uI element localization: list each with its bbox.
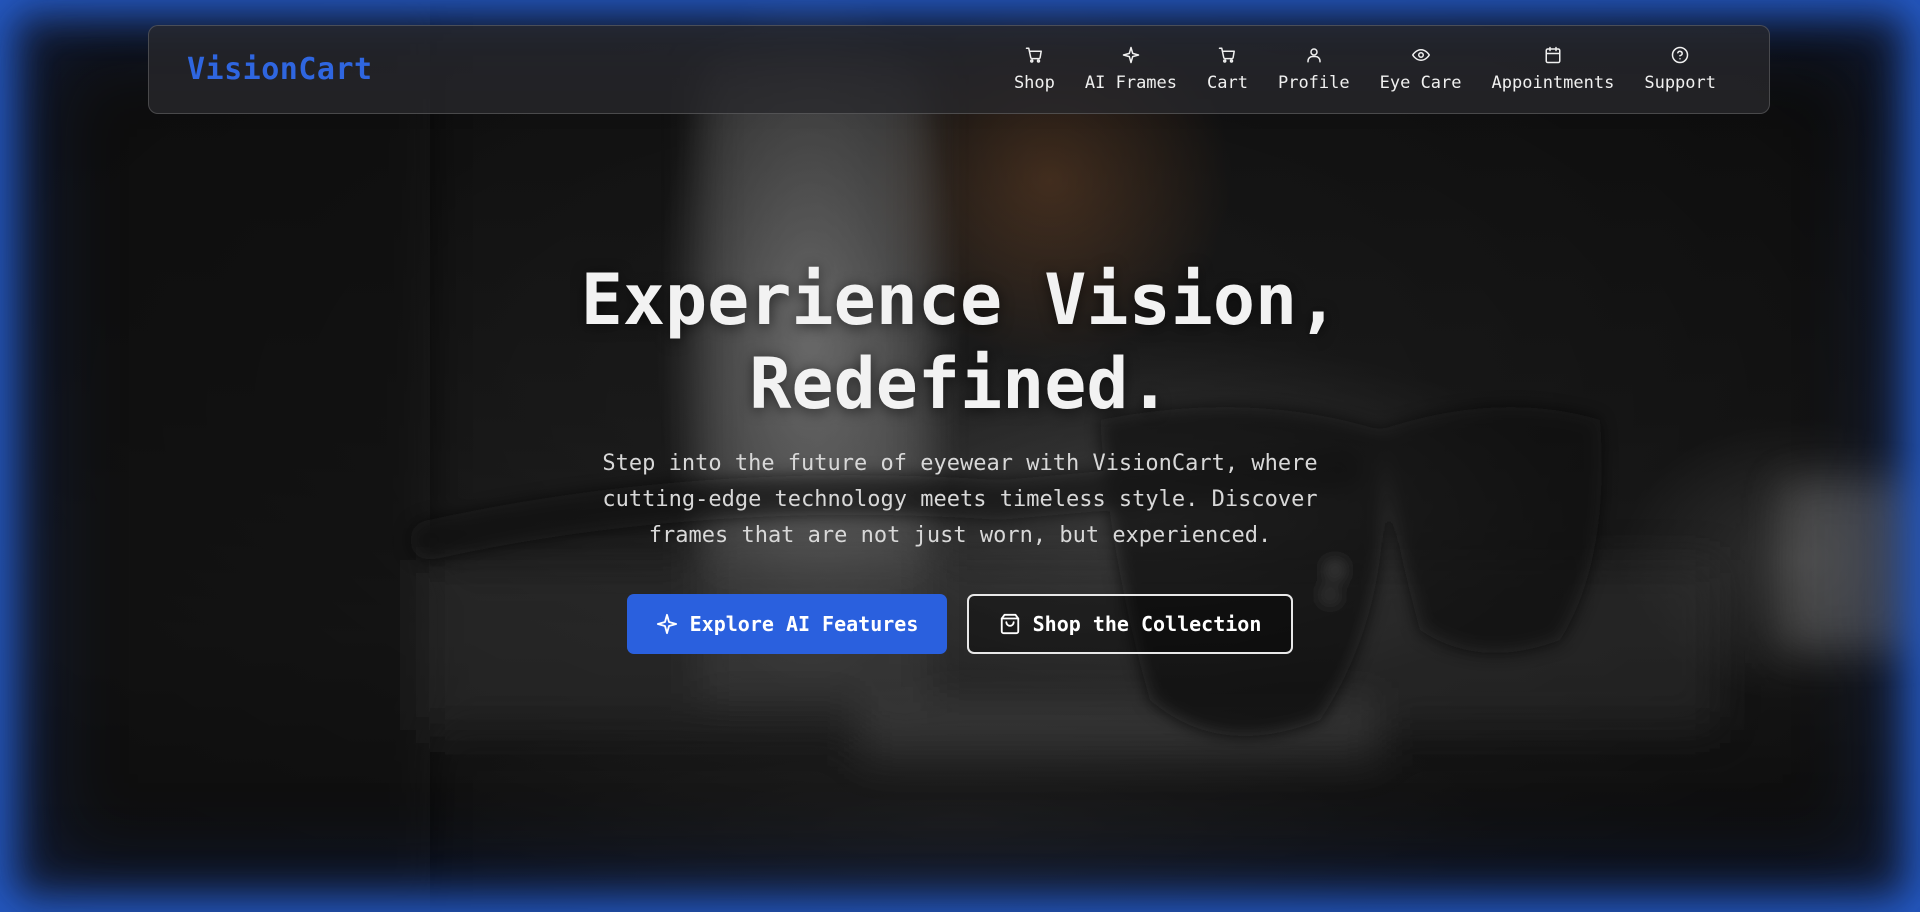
brand-logo[interactable]: VisionCart xyxy=(187,52,373,87)
hero-title-line-1: Experience Vision, xyxy=(580,259,1340,341)
main-nav: Shop AI Frames Cart Profile Eye Care App… xyxy=(999,46,1731,93)
nav-item-shop[interactable]: Shop xyxy=(999,46,1070,93)
nav-item-label: Cart xyxy=(1207,73,1248,93)
nav-item-eye-care[interactable]: Eye Care xyxy=(1365,46,1477,93)
nav-item-profile[interactable]: Profile xyxy=(1263,46,1365,93)
hero-title-line-2: Redefined. xyxy=(749,343,1171,425)
nav-item-label: Eye Care xyxy=(1379,73,1462,93)
calendar-icon xyxy=(1545,46,1561,64)
nav-item-label: AI Frames xyxy=(1084,73,1178,93)
hero-cta-group: Explore AI Features Shop the Collection xyxy=(0,594,1920,654)
nav-item-cart[interactable]: Cart xyxy=(1192,46,1263,93)
top-navbar: VisionCart Shop AI Frames Cart Profile E… xyxy=(148,25,1770,114)
help-circle-icon xyxy=(1671,46,1689,64)
nav-item-ai-frames[interactable]: AI Frames xyxy=(1070,46,1192,93)
explore-ai-features-button[interactable]: Explore AI Features xyxy=(627,594,947,654)
button-label: Shop the Collection xyxy=(1032,612,1262,636)
sparkle-icon xyxy=(1122,46,1140,64)
cart-icon xyxy=(1219,47,1236,63)
sparkle-icon xyxy=(656,613,677,635)
eye-icon xyxy=(1411,49,1430,61)
cart-icon xyxy=(1026,47,1043,63)
nav-item-support[interactable]: Support xyxy=(1629,46,1731,93)
hero-subtitle: Step into the future of eyewear with Vis… xyxy=(602,451,1318,548)
nav-item-label: Support xyxy=(1644,73,1716,93)
shop-the-collection-button[interactable]: Shop the Collection xyxy=(967,594,1293,654)
nav-item-label: Appointments xyxy=(1491,73,1615,93)
user-icon xyxy=(1307,48,1321,63)
shopping-bag-icon xyxy=(1000,613,1019,635)
hero-title: Experience Vision, Redefined. xyxy=(0,258,1920,426)
button-label: Explore AI Features xyxy=(689,612,919,636)
hero-section: VisionCart Shop AI Frames Cart Profile E… xyxy=(0,0,1920,912)
nav-item-label: Shop xyxy=(1013,73,1055,93)
nav-item-label: Profile xyxy=(1277,73,1350,93)
nav-item-appointments[interactable]: Appointments xyxy=(1477,46,1630,93)
